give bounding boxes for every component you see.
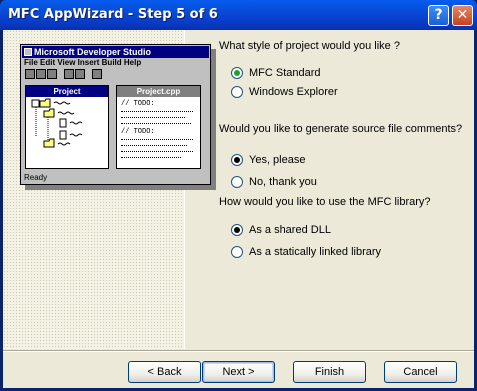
developer-studio-illustration: Microsoft Developer Studio File Edit Vie… (20, 44, 211, 185)
toolbar-icon (47, 69, 57, 79)
code-line (121, 138, 193, 140)
radio-label[interactable]: Yes, please (249, 154, 305, 166)
radio-yes-please[interactable]: Yes, please (231, 153, 305, 167)
code-line (121, 144, 187, 146)
window-title: MFC AppWizard - Step 5 of 6 (8, 7, 218, 22)
wizard-window: MFC AppWizard - Step 5 of 6 ? ✕ Microsof… (0, 0, 477, 391)
radio-label[interactable]: No, thank you (249, 176, 317, 188)
radio-button[interactable] (231, 246, 243, 258)
radio-label[interactable]: Windows Explorer (249, 86, 338, 98)
toolbar-icon (25, 69, 35, 79)
toolbar-icon (75, 69, 85, 79)
illustration-title-bar: Microsoft Developer Studio (22, 46, 209, 58)
radio-label[interactable]: MFC Standard (249, 67, 321, 79)
cancel-button[interactable]: Cancel (384, 361, 457, 383)
todo-comment: // TODO: (121, 100, 155, 108)
radio-button[interactable] (231, 86, 243, 98)
system-menu-icon (24, 48, 32, 56)
button-bar-divider-highlight (3, 351, 474, 352)
illustration-app-title: Microsoft Developer Studio (34, 47, 152, 57)
help-button[interactable]: ? (428, 5, 449, 26)
radio-windows-explorer[interactable]: Windows Explorer (231, 85, 338, 99)
project-tree-icon (31, 98, 83, 148)
radio-button[interactable] (231, 154, 243, 166)
illustration-menu-bar: File Edit View Insert Build Help (24, 58, 142, 67)
radio-no-thank-you[interactable]: No, thank you (231, 175, 317, 189)
code-line (121, 122, 191, 124)
next-button[interactable]: Next > (202, 361, 275, 383)
code-line (121, 110, 193, 112)
title-bar[interactable]: MFC AppWizard - Step 5 of 6 ? ✕ (0, 0, 477, 30)
toolbar-icon (36, 69, 46, 79)
question-mfc-library: How would you like to use the MFC librar… (219, 196, 431, 208)
finish-button[interactable]: Finish (293, 361, 366, 383)
illustration-project-pane: Project (25, 85, 109, 169)
back-button[interactable]: < Back (128, 361, 201, 383)
close-button[interactable]: ✕ (452, 5, 473, 26)
dialog-client-area: Microsoft Developer Studio File Edit Vie… (3, 30, 474, 388)
radio-mfc-standard[interactable]: MFC Standard (231, 66, 321, 80)
illustration-source-pane: Project.cpp // TODO: // TODO: (116, 85, 201, 169)
radio-button[interactable] (231, 176, 243, 188)
code-line (121, 156, 181, 158)
code-line (121, 150, 193, 152)
radio-button[interactable] (231, 224, 243, 236)
code-line (121, 116, 185, 118)
toolbar-icon (92, 69, 102, 79)
radio-static-library[interactable]: As a statically linked library (231, 245, 381, 259)
source-pane-title: Project.cpp (117, 86, 200, 97)
todo-comment: // TODO: (121, 128, 155, 136)
question-project-style: What style of project would you like ? (219, 40, 400, 52)
question-source-comments: Would you like to generate source file c… (219, 123, 463, 135)
toolbar-icon (64, 69, 74, 79)
radio-label[interactable]: As a statically linked library (249, 246, 381, 258)
illustration-status-bar: Ready (24, 173, 48, 182)
project-pane-title: Project (26, 86, 108, 97)
radio-shared-dll[interactable]: As a shared DLL (231, 223, 331, 237)
radio-button[interactable] (231, 67, 243, 79)
radio-label[interactable]: As a shared DLL (249, 224, 331, 236)
